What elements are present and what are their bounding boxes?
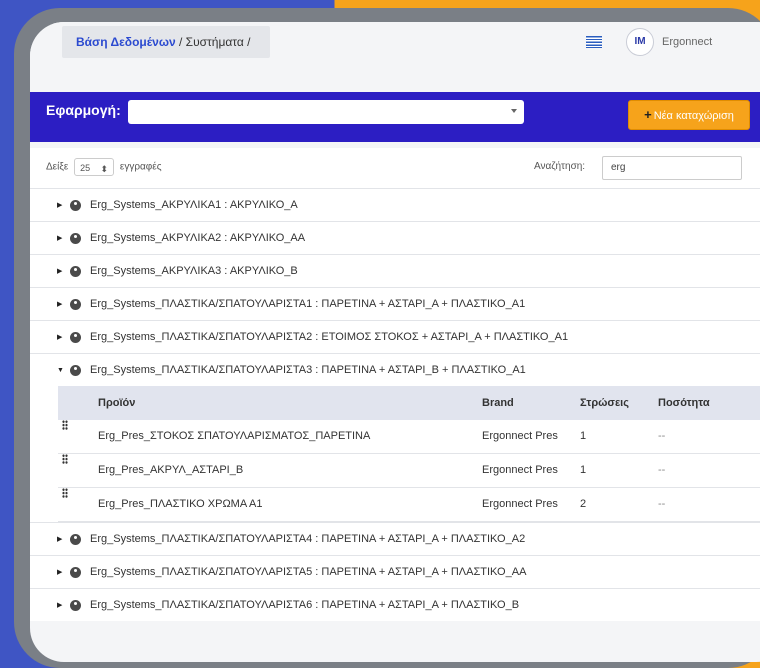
table-row[interactable]: Erg_Pres_ΣΤΟΚΟΣ ΣΠΑΤΟΥΛΑΡΙΣΜΑΤΟΣ_ΠΑΡΕΤΙΝ… xyxy=(58,420,760,454)
list-item[interactable]: ▶ Erg_Systems_ΑΚΡΥΛΙΚΑ2 : ΑΚΡΥΛΙΚΟ_ΑΑ xyxy=(30,221,760,254)
sort-arrows-icon: ⬍ xyxy=(100,164,109,174)
page-length: Δείξε 25 ⬍ εγγραφές xyxy=(46,158,162,176)
table-row[interactable]: Erg_Pres_ΠΛΑΣΤΙΚΟ ΧΡΩΜΑ Α1 Ergonnect Pres… xyxy=(58,488,760,522)
cell-product: Erg_Pres_ΣΤΟΚΟΣ ΣΠΑΤΟΥΛΑΡΙΣΜΑΤΟΣ_ΠΑΡΕΤΙΝ… xyxy=(98,430,371,442)
list-item[interactable]: ▶ Erg_Systems_ΠΛΑΣΤΙΚΑ/ΣΠΑΤΟΥΛΑΡΙΣΤΑ6 : Π… xyxy=(30,588,760,621)
top-bar: Βάση Δεδομένων / Συστήματα / IM Ergonnec… xyxy=(30,22,760,92)
breadcrumb: Βάση Δεδομένων / Συστήματα / xyxy=(62,26,270,58)
page-length-select[interactable]: 25 ⬍ xyxy=(74,158,115,176)
cell-brand: Ergonnect Pres xyxy=(482,498,558,510)
avatar[interactable]: IM xyxy=(626,28,654,56)
table-controls: Δείξε 25 ⬍ εγγραφές Αναζήτηση: erg xyxy=(30,148,760,188)
system-name: Erg_Systems_ΑΚΡΥΛΙΚΑ3 : ΑΚΡΥΛΙΚΟ_Β xyxy=(90,265,298,277)
plus-icon: + xyxy=(644,107,652,122)
column-header-product[interactable]: Προϊόν xyxy=(98,386,135,420)
column-header-layers[interactable]: Στρώσεις xyxy=(580,386,629,420)
cell-brand: Ergonnect Pres xyxy=(482,430,558,442)
cell-layers: 2 xyxy=(580,498,587,510)
list-item[interactable]: ▶ Erg_Systems_ΠΛΑΣΤΙΚΑ/ΣΠΑΤΟΥΛΑΡΙΣΤΑ2 : Ε… xyxy=(30,320,760,353)
cell-product: Erg_Pres_ΠΛΑΣΤΙΚΟ ΧΡΩΜΑ Α1 xyxy=(98,498,263,510)
cell-layers: 1 xyxy=(580,430,587,442)
user-icon xyxy=(70,200,81,211)
user-icon xyxy=(70,332,81,343)
cell-brand: Ergonnect Pres xyxy=(482,464,558,476)
expand-toggle-icon[interactable]: ▶ xyxy=(57,255,62,288)
breadcrumb-systems: Συστήματα xyxy=(185,35,244,49)
expand-toggle-icon[interactable]: ▶ xyxy=(57,589,62,622)
application-select[interactable] xyxy=(128,100,524,124)
drag-handle-icon[interactable] xyxy=(62,420,68,430)
user-icon xyxy=(70,567,81,578)
expand-toggle-icon[interactable]: ▶ xyxy=(57,288,62,321)
drag-handle-icon[interactable] xyxy=(62,454,68,464)
system-name: Erg_Systems_ΠΛΑΣΤΙΚΑ/ΣΠΑΤΟΥΛΑΡΙΣΤΑ3 : ΠΑ… xyxy=(90,364,526,376)
cell-product: Erg_Pres_ΑΚΡΥΛ_ΑΣΤΑΡΙ_Β xyxy=(98,464,244,476)
cell-quantity: -- xyxy=(658,498,666,510)
system-name: Erg_Systems_ΠΛΑΣΤΙΚΑ/ΣΠΑΤΟΥΛΑΡΙΣΤΑ2 : ΕΤ… xyxy=(90,331,569,343)
user-name[interactable]: Ergonnect xyxy=(662,36,712,48)
list-item[interactable]: ▶ Erg_Systems_ΑΚΡΥΛΙΚΑ3 : ΑΚΡΥΛΙΚΟ_Β xyxy=(30,254,760,287)
application-label: Εφαρμογή: xyxy=(46,102,121,118)
breadcrumb-separator: / xyxy=(243,35,251,49)
search-input[interactable]: erg xyxy=(602,156,742,180)
system-name: Erg_Systems_ΠΛΑΣΤΙΚΑ/ΣΠΑΤΟΥΛΑΡΙΣΤΑ1 : ΠΑ… xyxy=(90,298,526,310)
user-icon xyxy=(70,299,81,310)
new-entry-label: Νέα καταχώριση xyxy=(653,110,734,122)
list-item[interactable]: ▼ Erg_Systems_ΠΛΑΣΤΙΚΑ/ΣΠΑΤΟΥΛΑΡΙΣΤΑ3 : Π… xyxy=(30,353,760,386)
system-name: Erg_Systems_ΠΛΑΣΤΙΚΑ/ΣΠΑΤΟΥΛΑΡΙΣΤΑ6 : ΠΑ… xyxy=(90,599,520,611)
app-screen: Βάση Δεδομένων / Συστήματα / IM Ergonnec… xyxy=(30,22,760,662)
user-icon xyxy=(70,534,81,545)
expand-toggle-icon[interactable]: ▶ xyxy=(57,222,62,255)
column-header-brand[interactable]: Brand xyxy=(482,386,514,420)
system-name: Erg_Systems_ΑΚΡΥΛΙΚΑ2 : ΑΚΡΥΛΙΚΟ_ΑΑ xyxy=(90,232,306,244)
list-item[interactable]: ▶ Erg_Systems_ΠΛΑΣΤΙΚΑ/ΣΠΑΤΟΥΛΑΡΙΣΤΑ4 : Π… xyxy=(30,522,760,555)
system-name: Erg_Systems_ΠΛΑΣΤΙΚΑ/ΣΠΑΤΟΥΛΑΡΙΣΤΑ4 : ΠΑ… xyxy=(90,533,526,545)
page-length-suffix: εγγραφές xyxy=(119,161,162,173)
expand-toggle-icon[interactable]: ▶ xyxy=(57,556,62,589)
page-length-value: 25 xyxy=(80,163,91,173)
user-icon xyxy=(70,233,81,244)
list-item[interactable]: ▶ Erg_Systems_ΠΛΑΣΤΙΚΑ/ΣΠΑΤΟΥΛΑΡΙΣΤΑ1 : Π… xyxy=(30,287,760,320)
user-icon xyxy=(70,365,81,376)
greek-flag-icon[interactable] xyxy=(586,36,602,48)
breadcrumb-database-link[interactable]: Βάση Δεδομένων xyxy=(76,35,176,49)
drag-handle-icon[interactable] xyxy=(62,488,68,498)
expand-toggle-icon[interactable]: ▶ xyxy=(57,321,62,354)
table-row[interactable]: Erg_Pres_ΑΚΡΥΛ_ΑΣΤΑΡΙ_Β Ergonnect Pres 1 -- xyxy=(58,454,760,488)
expand-toggle-icon[interactable]: ▶ xyxy=(57,523,62,556)
new-entry-button[interactable]: + Νέα καταχώριση xyxy=(628,100,750,130)
search-label: Αναζήτηση: xyxy=(534,161,586,172)
list-item[interactable]: ▶ Erg_Systems_ΠΛΑΣΤΙΚΑ/ΣΠΑΤΟΥΛΑΡΙΣΤΑ5 : Π… xyxy=(30,555,760,588)
column-header-quantity[interactable]: Ποσότητα xyxy=(658,386,710,420)
product-subtable: Προϊόν Brand Στρώσεις Ποσότητα Erg_Pres_… xyxy=(30,386,760,522)
expand-toggle-icon[interactable]: ▼ xyxy=(57,354,64,387)
chevron-down-icon xyxy=(511,109,517,113)
breadcrumb-separator: / xyxy=(175,35,186,49)
application-bar: Εφαρμογή: + Νέα καταχώριση xyxy=(30,92,760,142)
page-length-prefix: Δείξε xyxy=(46,161,69,173)
subtable-header: Προϊόν Brand Στρώσεις Ποσότητα xyxy=(58,386,760,420)
system-name: Erg_Systems_ΑΚΡΥΛΙΚΑ1 : ΑΚΡΥΛΙΚΟ_Α xyxy=(90,199,298,211)
cell-layers: 1 xyxy=(580,464,587,476)
user-icon xyxy=(70,266,81,277)
expand-toggle-icon[interactable]: ▶ xyxy=(57,189,62,222)
systems-list: ▶ Erg_Systems_ΑΚΡΥΛΙΚΑ1 : ΑΚΡΥΛΙΚΟ_Α ▶ Erg_… xyxy=(30,188,760,621)
list-item[interactable]: ▶ Erg_Systems_ΑΚΡΥΛΙΚΑ1 : ΑΚΡΥΛΙΚΟ_Α xyxy=(30,188,760,221)
cell-quantity: -- xyxy=(658,430,666,442)
system-name: Erg_Systems_ΠΛΑΣΤΙΚΑ/ΣΠΑΤΟΥΛΑΡΙΣΤΑ5 : ΠΑ… xyxy=(90,566,527,578)
cell-quantity: -- xyxy=(658,464,666,476)
user-icon xyxy=(70,600,81,611)
